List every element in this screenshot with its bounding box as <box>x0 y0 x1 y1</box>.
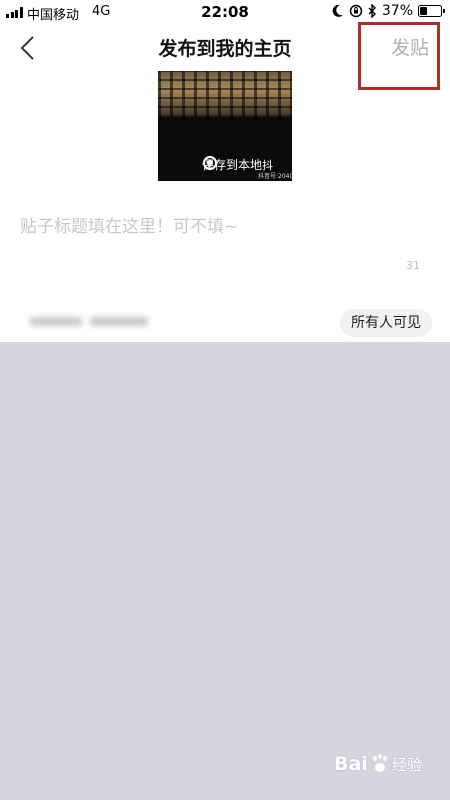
moon-icon <box>332 4 343 17</box>
bottom-panel <box>0 342 450 800</box>
battery-percent: 37% <box>381 3 413 19</box>
baidu-watermark: Bai 经验 <box>334 753 422 775</box>
status-icons: 37% <box>332 3 445 19</box>
visibility-selector[interactable]: 所有人可见 <box>340 309 432 337</box>
thumbnail-railing <box>158 71 292 117</box>
battery-level <box>420 7 427 15</box>
post-title-input[interactable] <box>20 212 430 242</box>
paw-logo-icon <box>370 754 390 774</box>
watermark-text: Bai <box>334 753 368 775</box>
video-thumbnail[interactable]: 保存到本地抖 抖音号:204059 <box>158 71 292 181</box>
tiktok-id-label: 抖音号:204059 <box>258 173 292 180</box>
watermark-suffix: 经验 <box>391 755 422 774</box>
bluetooth-icon <box>368 4 376 18</box>
char-count: 31 <box>406 259 420 272</box>
nav-bar: 发布到我的主页 发贴 <box>0 22 450 90</box>
publish-button[interactable]: 发贴 <box>358 22 440 90</box>
screen: 中国移动 4G 22:08 37% 发布到我的主页 发贴 保存到本地抖 抖音号:… <box>0 0 450 800</box>
orientation-lock-icon <box>349 4 363 18</box>
battery-icon <box>418 5 445 17</box>
save-radio-icon <box>203 156 217 170</box>
blurred-tags <box>28 312 150 332</box>
publish-label: 发贴 <box>390 37 429 59</box>
